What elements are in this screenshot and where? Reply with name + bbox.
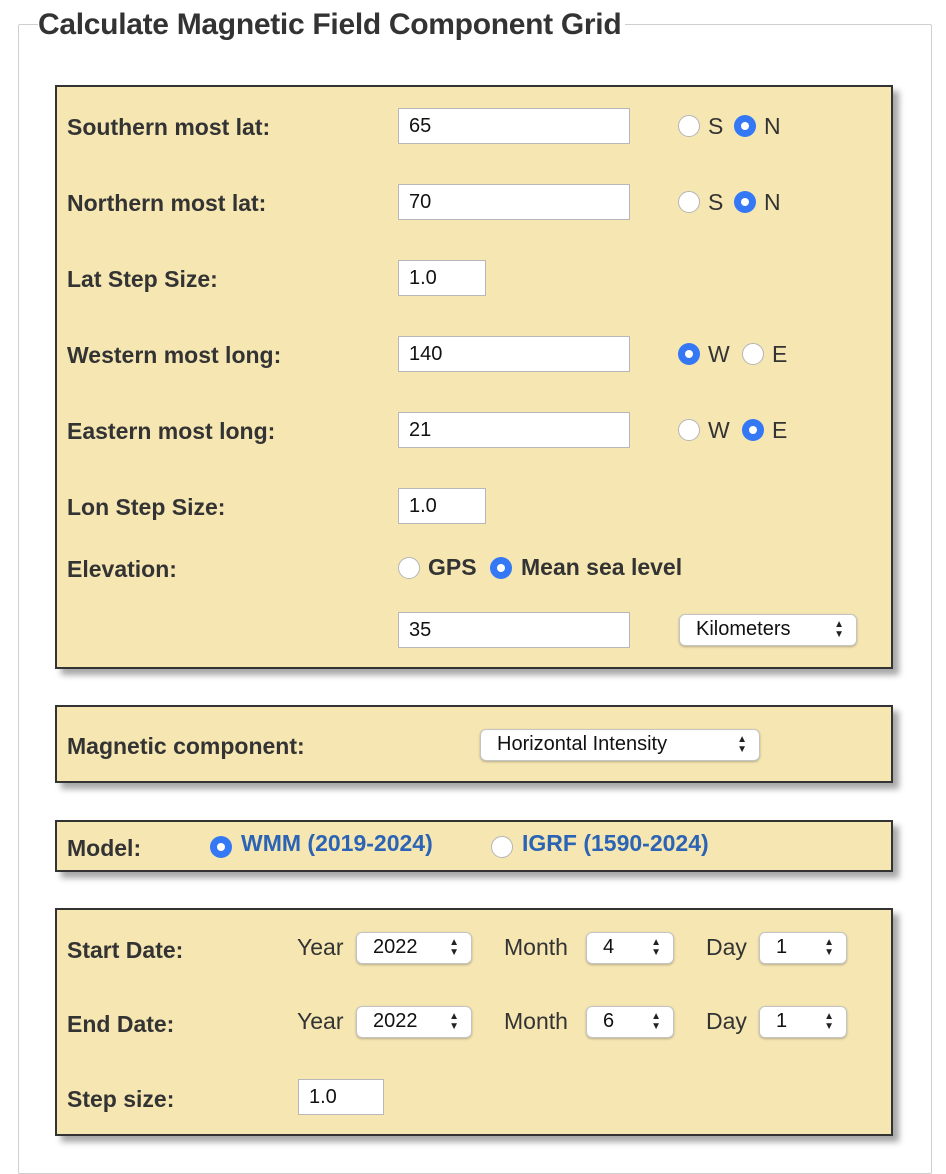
north-lat-s-label: S — [708, 189, 724, 215]
south-lat-label: Southern most lat: — [67, 114, 271, 140]
start-date-label: Start Date: — [67, 937, 184, 963]
select-arrows-icon: ▲ ▼ — [834, 619, 844, 640]
end-date-label: End Date: — [67, 1011, 175, 1037]
start-year-select[interactable]: 2022 ▲ ▼ — [356, 932, 472, 964]
date-step-label: Step size: — [67, 1086, 175, 1112]
north-lat-n-label: N — [764, 189, 781, 215]
component-panel: Magnetic component: Horizontal Intensity… — [55, 705, 893, 783]
model-panel: Model: WMM (2019-2024) IGRF (1590-2024) — [55, 820, 893, 872]
lon-step-label: Lon Step Size: — [67, 494, 226, 520]
select-arrows-icon: ▲ ▼ — [824, 1011, 834, 1032]
west-long-e-radio[interactable] — [742, 343, 764, 365]
lat-step-label: Lat Step Size: — [67, 266, 218, 292]
south-lat-s-radio[interactable] — [678, 115, 700, 137]
end-month-value: 6 — [603, 1010, 615, 1032]
component-select[interactable]: Horizontal Intensity ▲ ▼ — [480, 729, 760, 761]
component-label: Magnetic component: — [67, 733, 305, 759]
end-day-select[interactable]: 1 ▲ ▼ — [759, 1006, 847, 1038]
end-day-label: Day — [706, 1008, 747, 1034]
select-arrows-icon: ▲ ▼ — [651, 937, 661, 958]
elevation-unit-value: Kilometers — [696, 618, 791, 640]
elevation-gps-radio[interactable] — [398, 557, 420, 579]
north-lat-input[interactable] — [398, 184, 630, 220]
west-long-e-label: E — [772, 341, 788, 367]
east-long-w-radio[interactable] — [678, 419, 700, 441]
elevation-label: Elevation: — [67, 556, 177, 582]
east-long-e-radio[interactable] — [742, 419, 764, 441]
start-day-label: Day — [706, 934, 747, 960]
select-arrows-icon: ▲ ▼ — [737, 734, 747, 755]
end-year-value: 2022 — [373, 1010, 418, 1032]
start-day-value: 1 — [776, 936, 788, 958]
west-long-label: Western most long: — [67, 342, 282, 368]
start-month-label: Month — [504, 934, 568, 960]
south-lat-n-label: N — [764, 113, 781, 139]
west-long-w-label: W — [708, 341, 730, 367]
model-igrf-link[interactable]: IGRF (1590-2024) — [522, 830, 709, 857]
south-lat-n-radio[interactable] — [734, 115, 756, 137]
select-arrows-icon: ▲ ▼ — [651, 1011, 661, 1032]
dates-panel: Start Date: Year 2022 ▲ ▼ Month 4 ▲ ▼ Day … — [55, 908, 893, 1136]
north-lat-s-radio[interactable] — [678, 191, 700, 213]
model-igrf-radio[interactable] — [491, 836, 513, 858]
start-year-value: 2022 — [373, 936, 418, 958]
end-month-label: Month — [504, 1008, 568, 1034]
date-step-input[interactable] — [298, 1079, 384, 1115]
elevation-input[interactable] — [398, 612, 630, 648]
select-arrows-icon: ▲ ▼ — [824, 937, 834, 958]
model-wmm-link[interactable]: WMM (2019-2024) — [241, 830, 433, 857]
form-title: Calculate Magnetic Field Component Grid — [38, 8, 626, 42]
east-long-input[interactable] — [398, 412, 630, 448]
select-arrows-icon: ▲ ▼ — [449, 937, 459, 958]
end-year-label: Year — [297, 1008, 344, 1034]
location-panel: Southern most lat: S N Northern most lat… — [55, 85, 893, 669]
start-month-select[interactable]: 4 ▲ ▼ — [586, 932, 674, 964]
end-month-select[interactable]: 6 ▲ ▼ — [586, 1006, 674, 1038]
east-long-e-label: E — [772, 417, 788, 443]
end-year-select[interactable]: 2022 ▲ ▼ — [356, 1006, 472, 1038]
lon-step-input[interactable] — [398, 488, 486, 524]
model-label: Model: — [67, 835, 142, 861]
elevation-unit-select[interactable]: Kilometers ▲ ▼ — [679, 614, 857, 646]
west-long-w-radio[interactable] — [678, 343, 700, 365]
east-long-w-label: W — [708, 417, 730, 443]
select-arrows-icon: ▲ ▼ — [449, 1011, 459, 1032]
elevation-msl-radio[interactable] — [490, 557, 512, 579]
component-value: Horizontal Intensity — [497, 733, 668, 755]
south-lat-input[interactable] — [398, 108, 630, 144]
start-day-select[interactable]: 1 ▲ ▼ — [759, 932, 847, 964]
end-day-value: 1 — [776, 1010, 788, 1032]
model-wmm-radio[interactable] — [210, 836, 232, 858]
elevation-gps-label: GPS — [428, 554, 477, 580]
lat-step-input[interactable] — [398, 260, 486, 296]
start-month-value: 4 — [603, 936, 615, 958]
south-lat-s-label: S — [708, 113, 724, 139]
north-lat-label: Northern most lat: — [67, 190, 267, 216]
east-long-label: Eastern most long: — [67, 418, 276, 444]
start-year-label: Year — [297, 934, 344, 960]
elevation-msl-label: Mean sea level — [521, 554, 683, 580]
north-lat-n-radio[interactable] — [734, 191, 756, 213]
west-long-input[interactable] — [398, 336, 630, 372]
